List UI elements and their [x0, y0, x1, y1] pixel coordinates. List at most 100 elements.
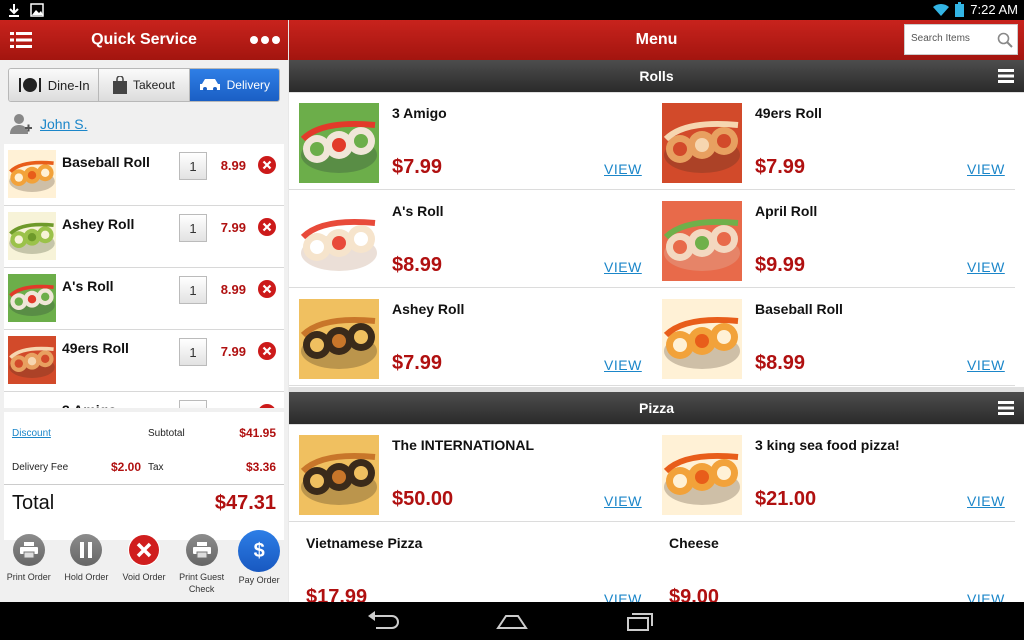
delivery-fee-label: Delivery Fee: [12, 462, 69, 473]
view-item-link[interactable]: VIEW: [967, 591, 1005, 602]
void-x-icon: [127, 534, 160, 566]
order-item-price: 8.99: [220, 282, 246, 297]
menu-header: Menu: [289, 20, 1024, 60]
customer-row: John S.: [10, 112, 87, 136]
menu-item-name: 3 king sea food pizza!: [755, 437, 900, 453]
menu-item-name: The INTERNATIONAL: [392, 437, 535, 453]
order-item-row[interactable]: 49ers Roll 1 7.99: [4, 330, 284, 392]
order-item-row[interactable]: A's Roll 1 8.99: [4, 268, 284, 330]
remove-item-icon[interactable]: [258, 404, 276, 408]
menu-item-image: [299, 201, 379, 281]
view-item-link[interactable]: VIEW: [967, 357, 1005, 373]
menu-section-header: Rolls: [289, 60, 1024, 92]
menu-section-title: Rolls: [639, 68, 674, 84]
battery-icon: [955, 2, 965, 17]
menu-item-card[interactable]: Cheese $9.00 VIEW: [652, 523, 1015, 602]
view-item-link[interactable]: VIEW: [604, 493, 642, 509]
menu-item-card[interactable]: Baseball Roll $8.99 VIEW: [652, 289, 1015, 386]
menu-item-card[interactable]: 49ers Roll $7.99 VIEW: [652, 93, 1015, 190]
menu-item-card[interactable]: April Roll $9.99 VIEW: [652, 191, 1015, 288]
recent-apps-icon[interactable]: [620, 610, 660, 632]
print-order-button[interactable]: Print Order: [0, 530, 58, 602]
total-label: Total: [12, 492, 55, 514]
pay-order-button[interactable]: $ Pay Order: [230, 530, 288, 602]
dine-in-tab[interactable]: Dine-In: [9, 69, 100, 101]
menu-item-price: $8.99: [392, 254, 443, 276]
discount-link[interactable]: Discount: [12, 428, 51, 439]
view-item-link[interactable]: VIEW: [967, 161, 1005, 177]
order-item-row[interactable]: Ashey Roll 1 7.99: [4, 206, 284, 268]
menu-item-name: Ashey Roll: [392, 301, 465, 317]
order-item-price: 7.99: [212, 406, 246, 408]
menu-item-card[interactable]: Vietnamese Pizza $17.99 VIEW: [289, 523, 652, 602]
order-item-quantity[interactable]: 1: [179, 338, 207, 366]
delivery-label: Delivery: [226, 78, 270, 92]
section-menu-icon[interactable]: [998, 401, 1014, 415]
order-item-name: Baseball Roll: [62, 154, 150, 170]
order-item-quantity[interactable]: 1: [179, 152, 207, 180]
void-order-button[interactable]: Void Order: [115, 530, 173, 602]
menu-item-price: $21.00: [755, 488, 817, 510]
order-totals: Discount Subtotal $41.95 Delivery Fee $2…: [4, 412, 284, 540]
menu-item-card[interactable]: A's Roll $8.99 VIEW: [289, 191, 652, 288]
void-order-label: Void Order: [122, 572, 166, 582]
menu-item-card[interactable]: Ashey Roll $7.99 VIEW: [289, 289, 652, 386]
takeout-tab[interactable]: Takeout: [99, 69, 190, 101]
order-type-selector: Dine-In Takeout Delivery: [8, 68, 280, 102]
menu-item-card[interactable]: 3 Amigo $7.99 VIEW: [289, 93, 652, 190]
order-item-thumbnail: [8, 150, 56, 198]
remove-item-icon[interactable]: [258, 342, 276, 360]
app-root: 7:22 AM Quick Service Dine-In Takeout De…: [0, 0, 1024, 640]
home-icon[interactable]: [492, 610, 532, 632]
dine-in-label: Dine-In: [47, 77, 90, 93]
print-guest-check-button[interactable]: Print Guest Check: [173, 530, 231, 602]
remove-item-icon[interactable]: [258, 218, 276, 236]
menu-item-price: $7.99: [755, 156, 806, 178]
view-item-link[interactable]: VIEW: [604, 591, 642, 602]
clock-time: 7:22 AM: [970, 2, 1018, 17]
menu-item-card[interactable]: The INTERNATIONAL $50.00 VIEW: [289, 425, 652, 522]
order-item-row[interactable]: 3 Amigo 1 7.99: [4, 392, 284, 408]
hold-order-button[interactable]: Hold Order: [58, 530, 116, 602]
dollar-icon: $: [238, 530, 281, 572]
more-options-icon[interactable]: [250, 33, 280, 47]
search-input[interactable]: [911, 33, 995, 44]
delivery-tab[interactable]: Delivery: [189, 69, 279, 101]
order-item-name: A's Roll: [62, 278, 114, 294]
print-order-label: Print Order: [6, 572, 51, 582]
subtotal-label: Subtotal: [148, 428, 185, 439]
add-user-icon[interactable]: [10, 113, 32, 135]
menu-item-card[interactable]: 3 king sea food pizza! $21.00 VIEW: [652, 425, 1015, 522]
remove-item-icon[interactable]: [258, 280, 276, 298]
image-icon: [30, 3, 44, 17]
order-item-quantity[interactable]: 1: [179, 400, 207, 408]
menu-items-grid: The INTERNATIONAL $50.00 VIEW 3 king sea fo…: [289, 425, 1024, 602]
view-item-link[interactable]: VIEW: [967, 259, 1005, 275]
menu-item-name: April Roll: [755, 203, 818, 219]
order-item-quantity[interactable]: 1: [179, 276, 207, 304]
back-icon[interactable]: [364, 610, 404, 632]
menu-item-image: [662, 299, 742, 379]
order-panel: Quick Service Dine-In Takeout Delivery J…: [0, 20, 288, 602]
print-icon: [185, 534, 218, 566]
remove-item-icon[interactable]: [258, 156, 276, 174]
search-icon[interactable]: [997, 32, 1013, 48]
download-icon: [9, 4, 19, 17]
menu-item-price: $50.00: [392, 488, 454, 510]
pause-icon: [70, 534, 103, 566]
order-item-row[interactable]: Baseball Roll 1 8.99: [4, 144, 284, 206]
section-menu-icon[interactable]: [998, 69, 1014, 83]
totals-divider: [4, 484, 284, 485]
view-item-link[interactable]: VIEW: [967, 493, 1005, 509]
customer-name-link[interactable]: John S.: [40, 116, 87, 132]
order-item-quantity[interactable]: 1: [179, 214, 207, 242]
view-item-link[interactable]: VIEW: [604, 259, 642, 275]
takeout-label: Takeout: [132, 78, 175, 92]
pay-order-label: Pay Order: [238, 575, 280, 585]
search-box[interactable]: [904, 24, 1018, 55]
menu-item-price: $17.99: [306, 586, 368, 602]
view-item-link[interactable]: VIEW: [604, 161, 642, 177]
takeout-bag-icon: [112, 76, 127, 94]
view-item-link[interactable]: VIEW: [604, 357, 642, 373]
hold-order-label: Hold Order: [64, 572, 109, 582]
